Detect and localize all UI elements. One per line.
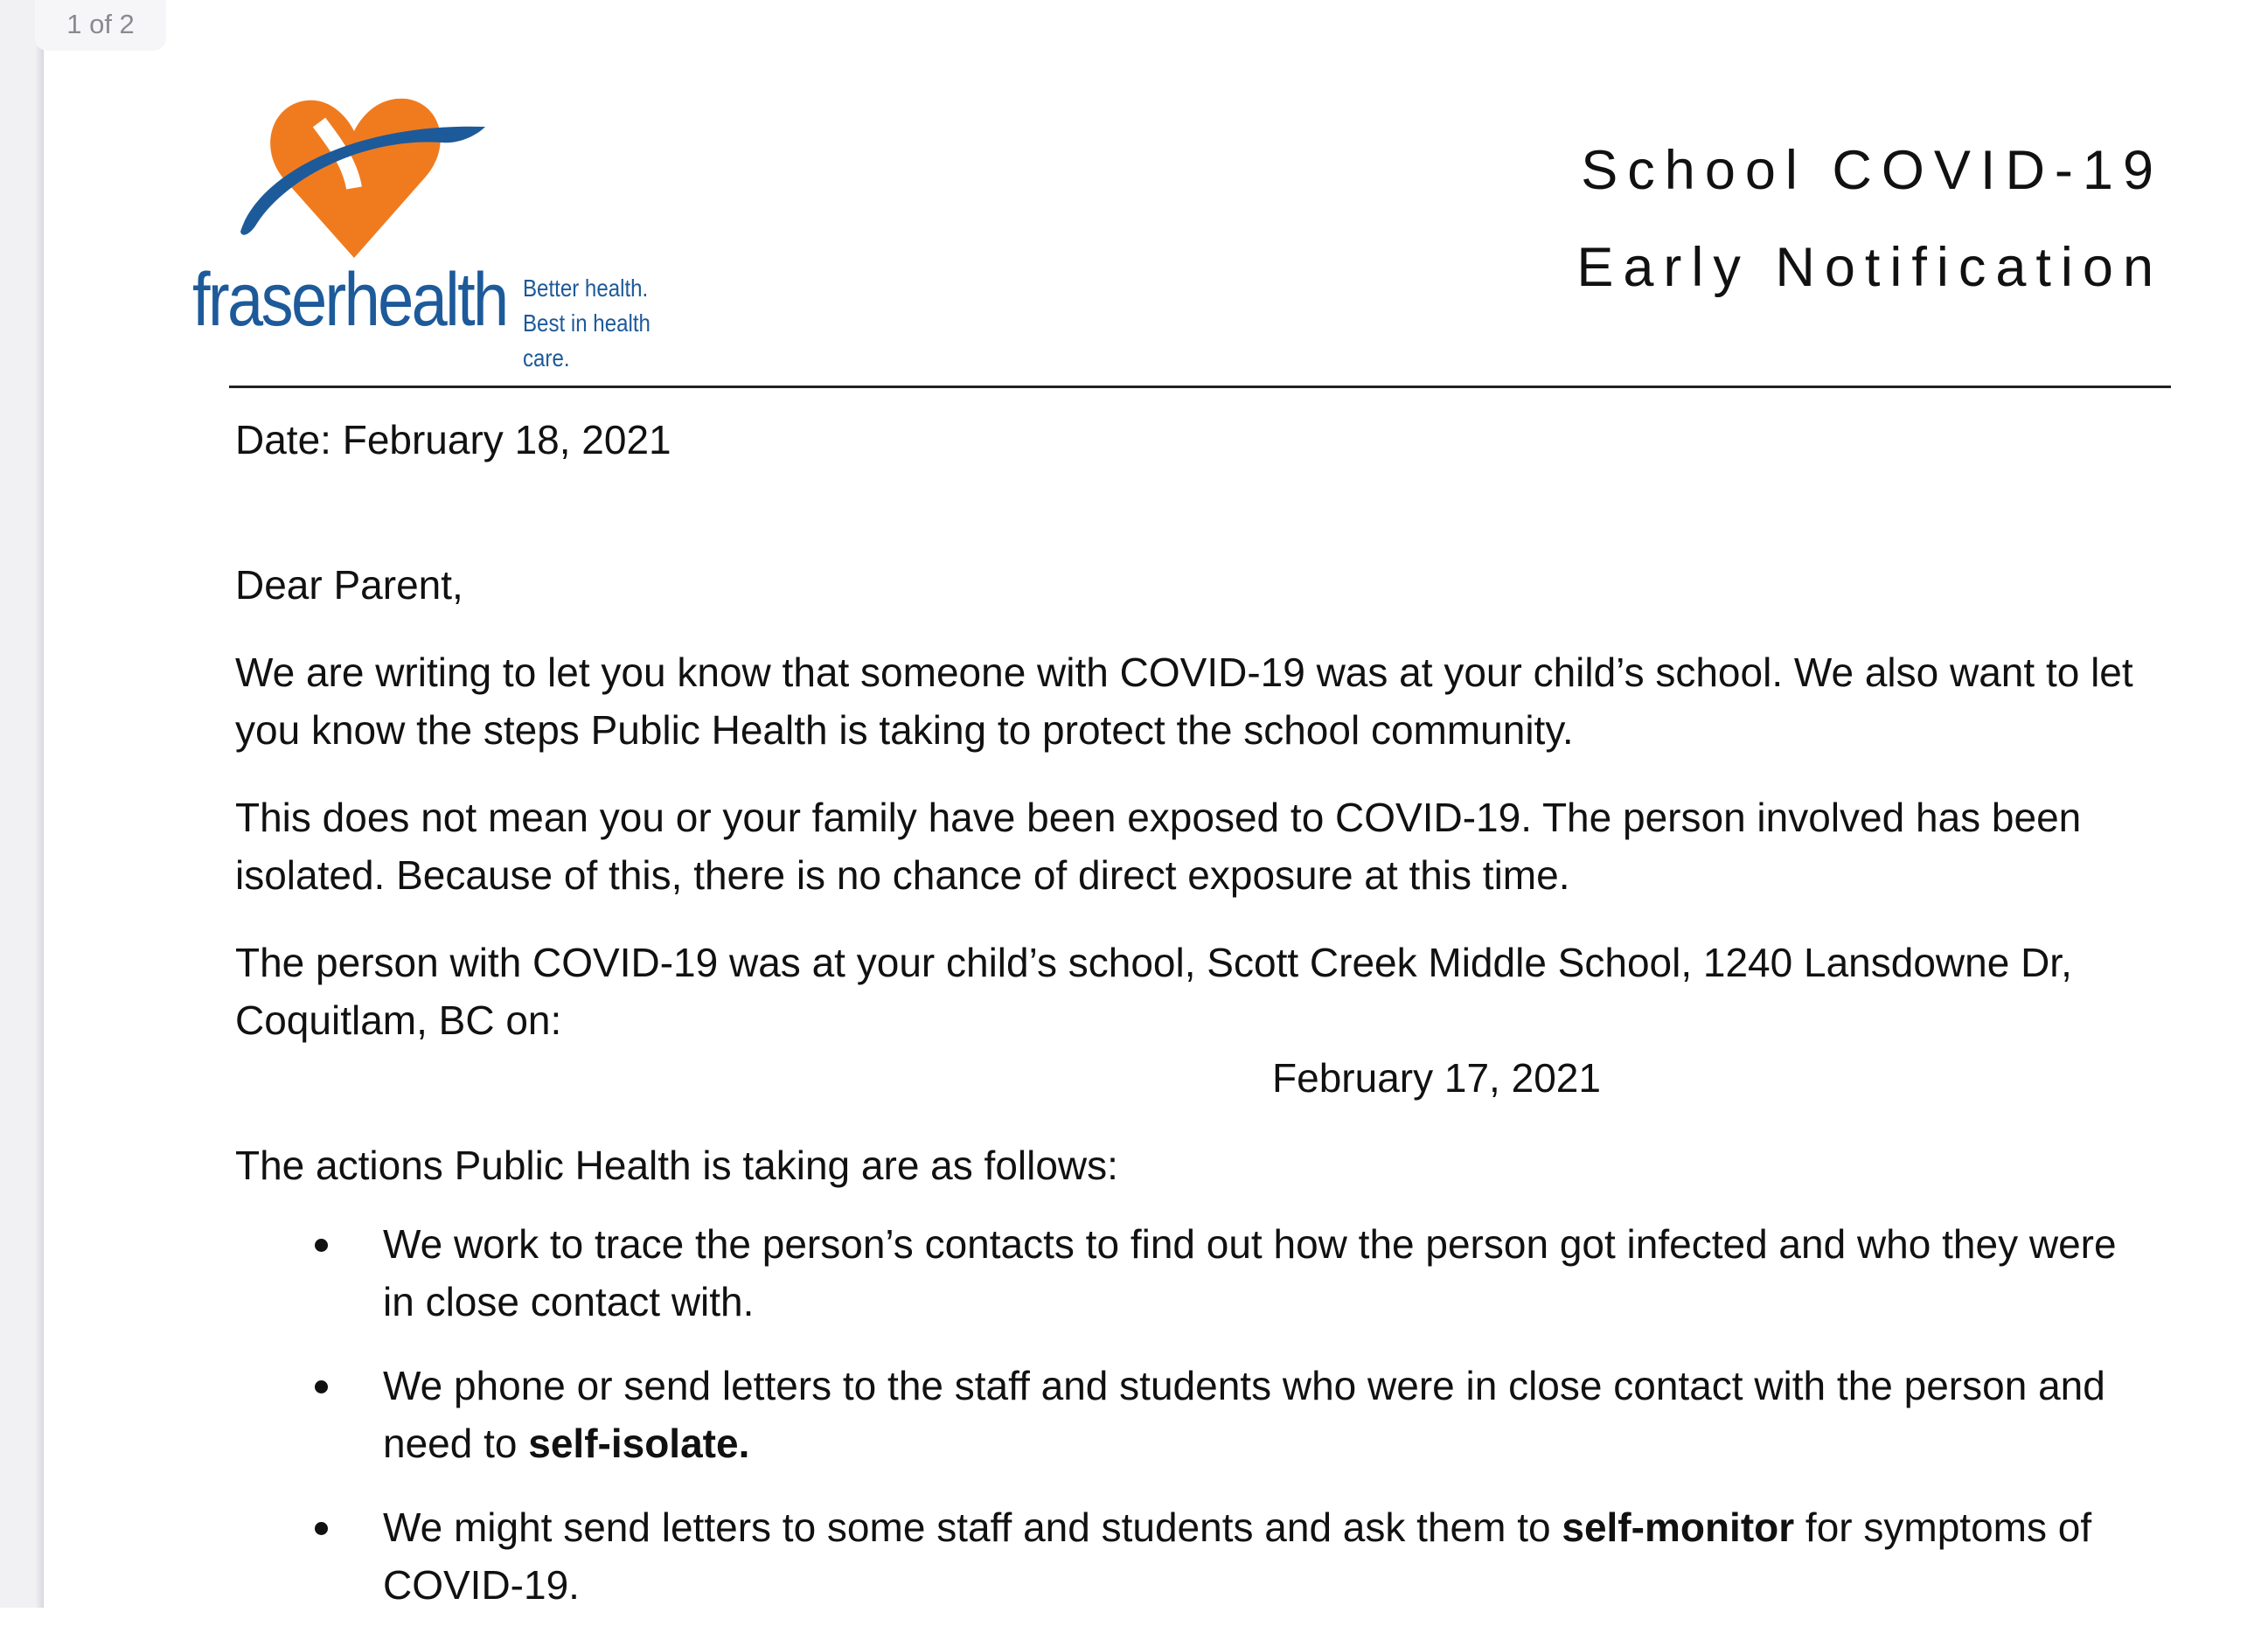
letter-date: Date: February 18, 2021 [235,417,671,462]
list-item: We work to trace the person’s contacts t… [235,1215,2159,1331]
salutation: Dear Parent, [235,562,463,608]
bullet-icon [315,1380,328,1393]
document-title: School COVID-19 Early Notification [1576,122,2163,316]
header-divider [229,386,2171,388]
list-item-text: We might send letters to some staff and … [383,1504,1562,1550]
actions-list: We work to trace the person’s contacts t… [235,1215,2159,1614]
list-item: We might send letters to some staff and … [235,1498,2159,1614]
logo-wordmark: fraserhealth [192,258,509,342]
paragraph-2: This does not mean you or your family ha… [235,795,2082,898]
exposure-date: February 17, 2021 [1272,1055,1601,1101]
paragraph-1: We are writing to let you know that some… [235,650,2133,753]
paragraph-3: The person with COVID-19 was at your chi… [235,940,2072,1043]
logo-tagline-line-1: Better health. [523,274,649,302]
logo-tagline-line-2: Best in health care. [523,309,650,372]
bullet-icon [315,1522,328,1535]
title-line-1: School COVID-19 [1581,140,2163,201]
list-item-bold: self-isolate. [528,1421,750,1466]
fraserhealth-logo: fraserhealth Better health. Best in heal… [188,92,713,372]
actions-intro: The actions Public Health is taking are … [235,1143,1118,1188]
letter-body: Date: February 18, 2021 Dear Parent, We … [235,411,2159,1640]
list-item-text: We work to trace the person’s contacts t… [383,1221,2117,1324]
page-indicator: 1 of 2 [35,0,166,51]
viewer-left-gutter [0,0,44,1608]
list-item-bold: self-monitor [1562,1504,1795,1550]
heart-swoosh-logo-icon [240,98,485,258]
logo-tagline: Better health. Best in health care. [523,271,686,376]
bullet-icon [315,1239,328,1252]
title-line-2: Early Notification [1576,237,2163,298]
list-item: We phone or send letters to the staff an… [235,1357,2159,1472]
